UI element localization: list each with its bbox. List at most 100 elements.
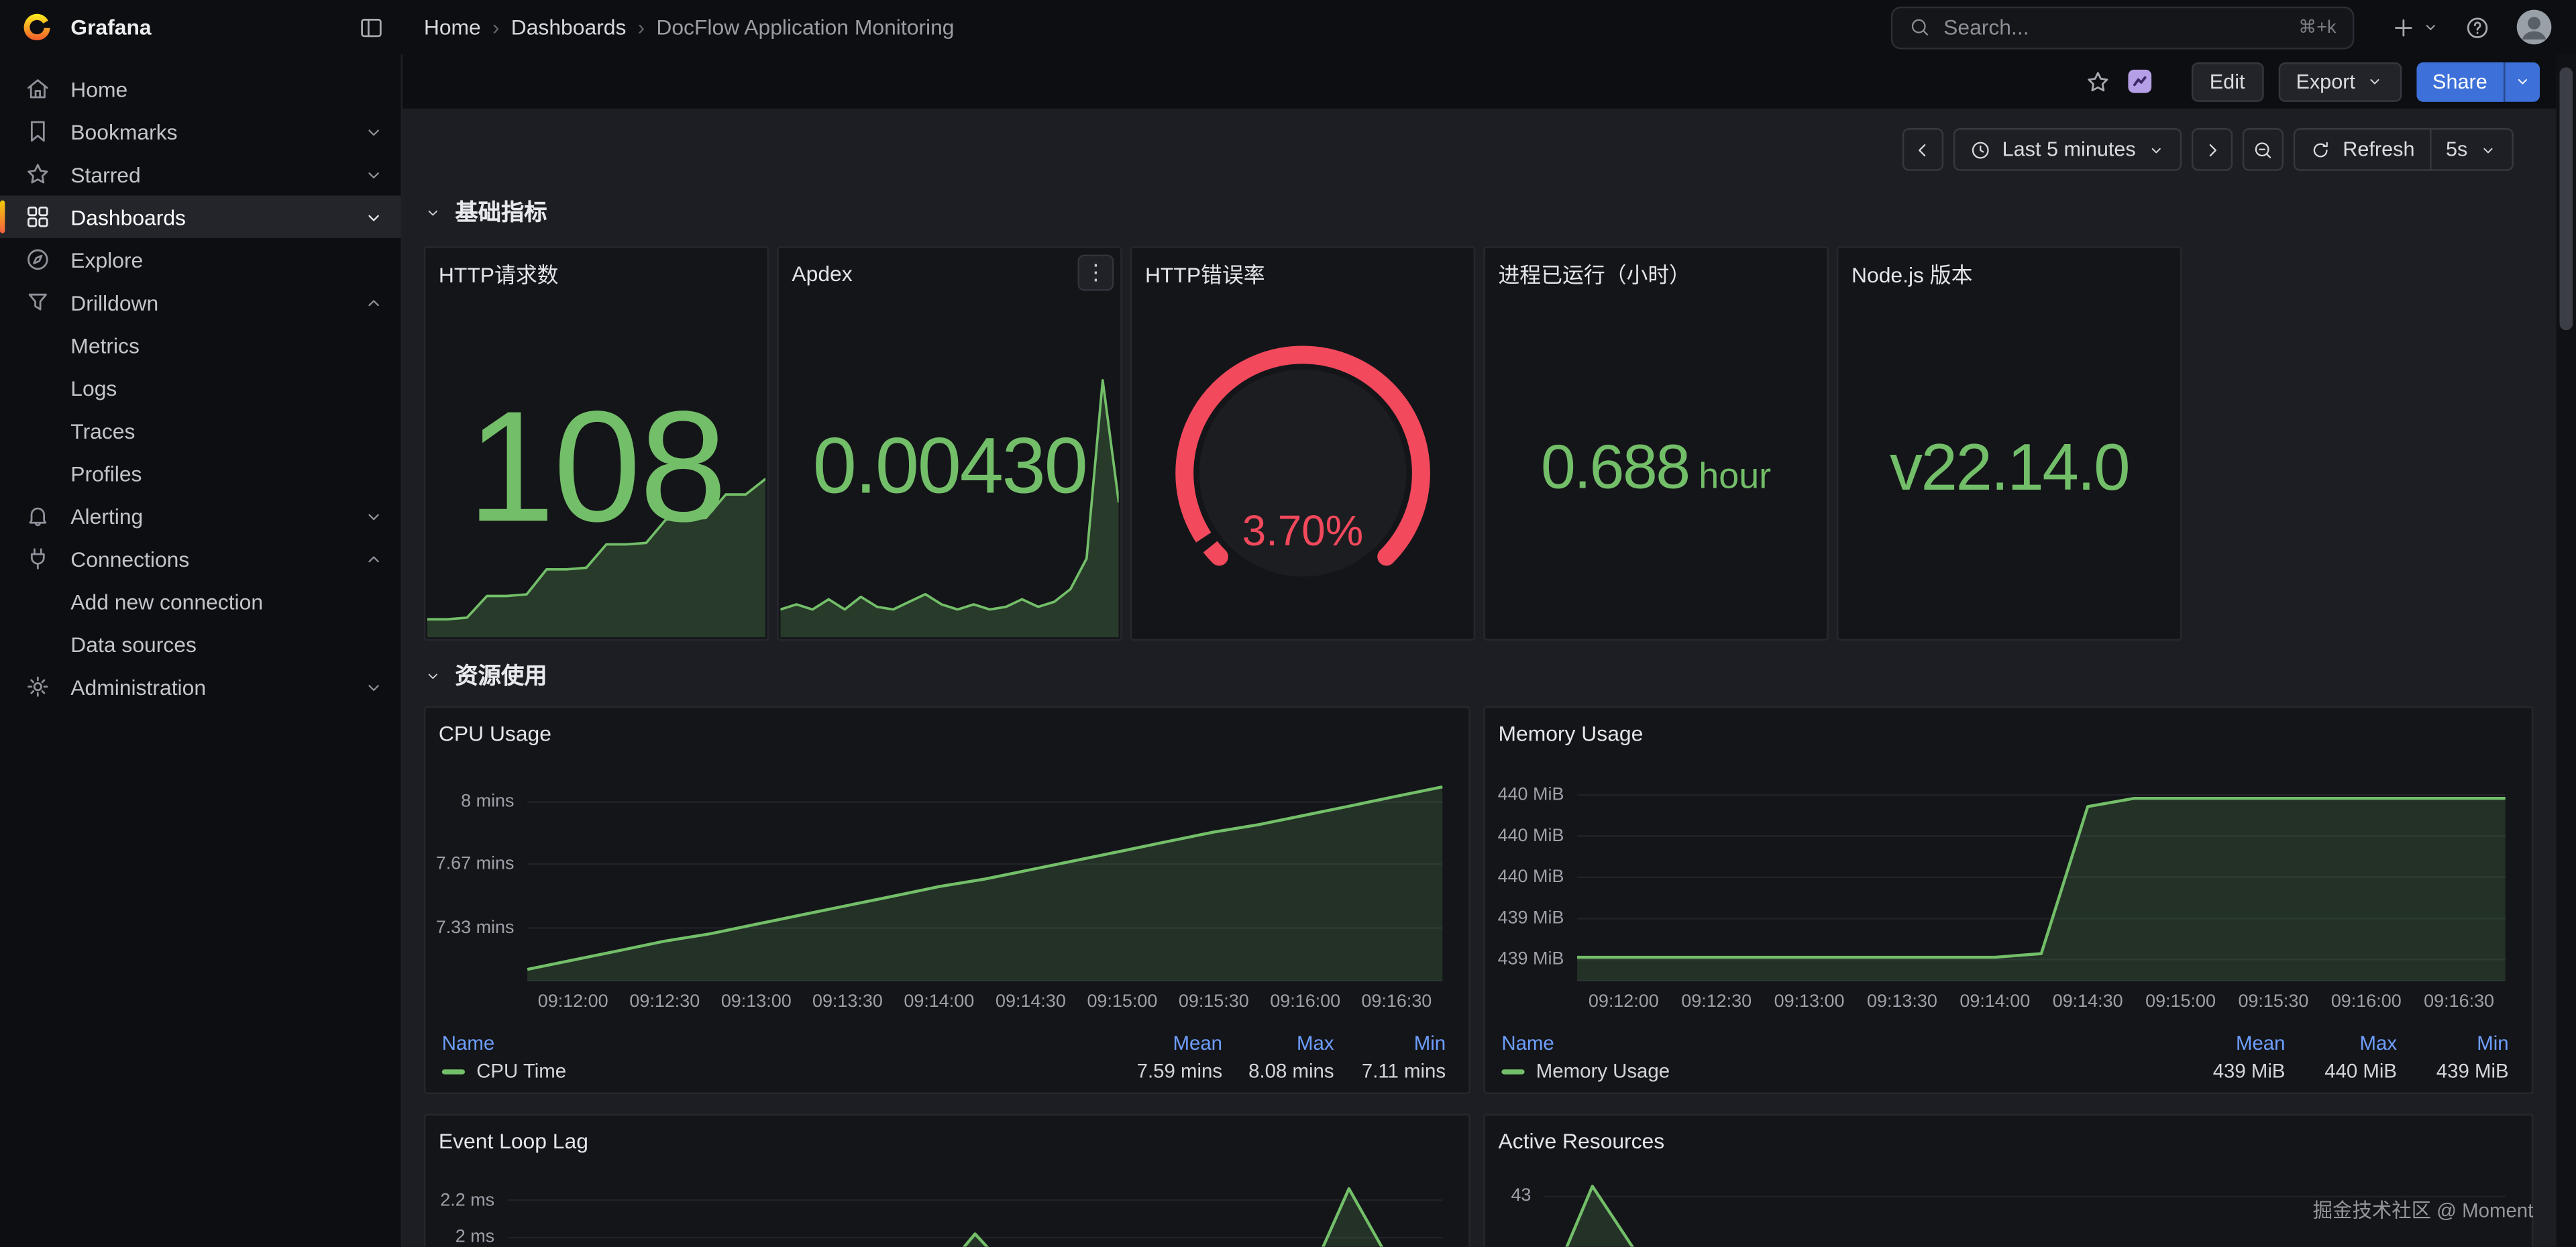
sidebar-item-home[interactable]: Home [0,67,401,110]
legend-series-row[interactable]: CPU Time7.59 mins8.08 mins7.11 mins [442,1056,1446,1086]
time-shift-back-button[interactable] [1902,128,1943,171]
panel-title[interactable]: 进程已运行（小时） [1485,248,1827,297]
sidebar-item-administration[interactable]: Administration [0,665,401,708]
sidebar-item-label: Metrics [70,333,384,358]
panel-title[interactable]: HTTP错误率 [1132,248,1473,297]
sidebar-item-drilldown[interactable]: Drilldown [0,281,401,324]
app-plugin-button[interactable] [2126,67,2154,95]
legend-table: NameMeanMaxMinMemory Usage439 MiB440 MiB… [1501,1030,2508,1086]
legend-header-stat[interactable]: Mean [1111,1032,1223,1054]
y-axis-tick-label: 2 ms [425,1228,494,1246]
refresh-interval-dropdown[interactable]: 5s [2430,128,2514,171]
panel-menu-button[interactable]: ⋮ [1078,255,1114,291]
legend-series-row[interactable]: Memory Usage439 MiB440 MiB439 MiB [1501,1056,2508,1086]
breadcrumb-dashboards[interactable]: Dashboards [511,15,627,40]
scrollbar-thumb[interactable] [2560,67,2573,330]
refresh-label: Refresh [2343,138,2414,161]
export-button[interactable]: Export [2278,62,2402,101]
y-axis-tick-label: 440 MiB [1485,785,1564,804]
sidebar-item-metrics[interactable]: Metrics [0,323,401,366]
refresh-button[interactable]: Refresh [2294,128,2431,171]
legend-header-stat[interactable]: Max [1222,1032,1334,1054]
sidebar-item-profiles[interactable]: Profiles [0,451,401,494]
zoom-out-button[interactable] [2243,128,2284,171]
timeseries-chart: 2.2 ms 2 ms [425,1164,1468,1246]
sidebar-item-add-new-connection[interactable]: Add new connection [0,580,401,622]
sidebar-item-dashboards[interactable]: Dashboards [0,195,401,238]
legend-header-stat[interactable]: Min [1334,1032,1446,1054]
breadcrumb: Home › Dashboards › DocFlow Application … [424,15,955,40]
panel-title[interactable]: Active Resources [1485,1116,2532,1164]
sidebar-item-label: Traces [70,418,384,443]
chevron-down-icon [2479,140,2498,158]
y-axis-tick-label: 7.67 mins [425,854,514,873]
sidebar-item-logs[interactable]: Logs [0,366,401,409]
section-row-basic-metrics[interactable]: 基础指标 [424,194,547,230]
star-icon [25,161,51,187]
bookmark-icon [25,118,51,144]
panel-nodejs-version: Node.js 版本 v22.14.0 [1837,246,2182,641]
legend-table: NameMeanMaxMinCPU Time7.59 mins8.08 mins… [442,1030,1446,1086]
y-axis-tick-label: 439 MiB [1485,950,1564,969]
time-range-picker[interactable]: Last 5 minutes [1953,128,2182,171]
sidebar-item-bookmarks[interactable]: Bookmarks [0,110,401,153]
panel-title[interactable]: CPU Usage [425,708,1468,757]
time-shift-forward-button[interactable] [2192,128,2233,171]
sidebar-item-connections[interactable]: Connections [0,537,401,580]
chevron-down-icon [2365,72,2383,91]
sidebar-item-label: Alerting [70,504,343,529]
legend-header-name[interactable]: Name [1501,1032,2174,1054]
panel-title-text: Event Loop Lag [439,1128,588,1152]
sidebar-item-alerting[interactable]: Alerting [0,494,401,537]
breadcrumb-home[interactable]: Home [424,15,481,40]
legend-stat-value: 7.11 mins [1334,1060,1446,1083]
panel-title[interactable]: Event Loop Lag [425,1116,1468,1164]
y-axis-tick-label: 440 MiB [1485,826,1564,846]
share-button[interactable]: Share [2416,62,2504,101]
section-row-resource-usage[interactable]: 资源使用 [424,657,547,694]
sidebar-item-traces[interactable]: Traces [0,409,401,452]
share-menu-button[interactable] [2504,62,2540,101]
chevron-down-icon [424,203,442,221]
panel-title[interactable]: Memory Usage [1485,708,2532,757]
sidebar-item-label: Drilldown [70,290,343,315]
search-bar[interactable]: ⌘+k [1891,6,2355,49]
panel-http-error-rate: HTTP错误率 3.70% [1130,246,1475,641]
legend-header-name[interactable]: Name [442,1032,1111,1054]
timeseries-plot[interactable] [425,1164,1468,1246]
search-input[interactable] [1943,15,2286,40]
edit-button[interactable]: Edit [2192,62,2263,101]
grafana-logo-icon[interactable] [19,10,54,44]
stat-unit: hour [1699,455,1771,498]
legend-header-stat[interactable]: Mean [2174,1032,2286,1054]
favorite-dashboard-button[interactable] [2085,68,2111,95]
mega-menu-toggle-button[interactable] [358,14,384,40]
export-button-label: Export [2296,70,2355,93]
panel-title[interactable]: Node.js 版本 [1838,248,2180,297]
watermark: 掘金技术社区 @ Moment [2313,1196,2534,1224]
profile-button[interactable] [2515,8,2553,46]
legend-header-stat[interactable]: Max [2286,1032,2398,1054]
panel-title-text: CPU Usage [439,720,551,745]
legend-header-stat[interactable]: Min [2397,1032,2509,1054]
panel-title[interactable]: Apdex [779,248,1120,297]
x-axis-tick-label: 09:15:00 [1087,992,1157,1012]
page-scrollbar [2557,54,2576,1247]
help-button[interactable] [2464,14,2490,40]
stat-value: v22.14.0 [1890,435,2129,501]
panel-title[interactable]: HTTP请求数 [425,248,767,297]
chevron-down-icon [363,164,384,185]
timeseries-plot[interactable] [425,757,1468,984]
panel-title-text: HTTP错误率 [1145,257,1265,288]
x-axis-tick-label: 09:14:30 [996,992,1066,1012]
sidebar-item-starred[interactable]: Starred [0,153,401,196]
sidebar-item-label: Administration [70,674,343,699]
sidebar-item-data-sources[interactable]: Data sources [0,622,401,665]
timeseries-chart: 440 MiB440 MiB440 MiB439 MiB439 MiB09:12… [1485,757,2532,1093]
x-axis-tick-label: 09:13:00 [721,992,792,1012]
chevron-down-icon [2514,72,2532,91]
y-axis-tick-label: 2.2 ms [425,1190,494,1209]
sidebar-item-explore[interactable]: Explore [0,238,401,281]
timeseries-plot[interactable] [1485,757,2532,984]
add-menu-button[interactable] [2390,14,2439,40]
